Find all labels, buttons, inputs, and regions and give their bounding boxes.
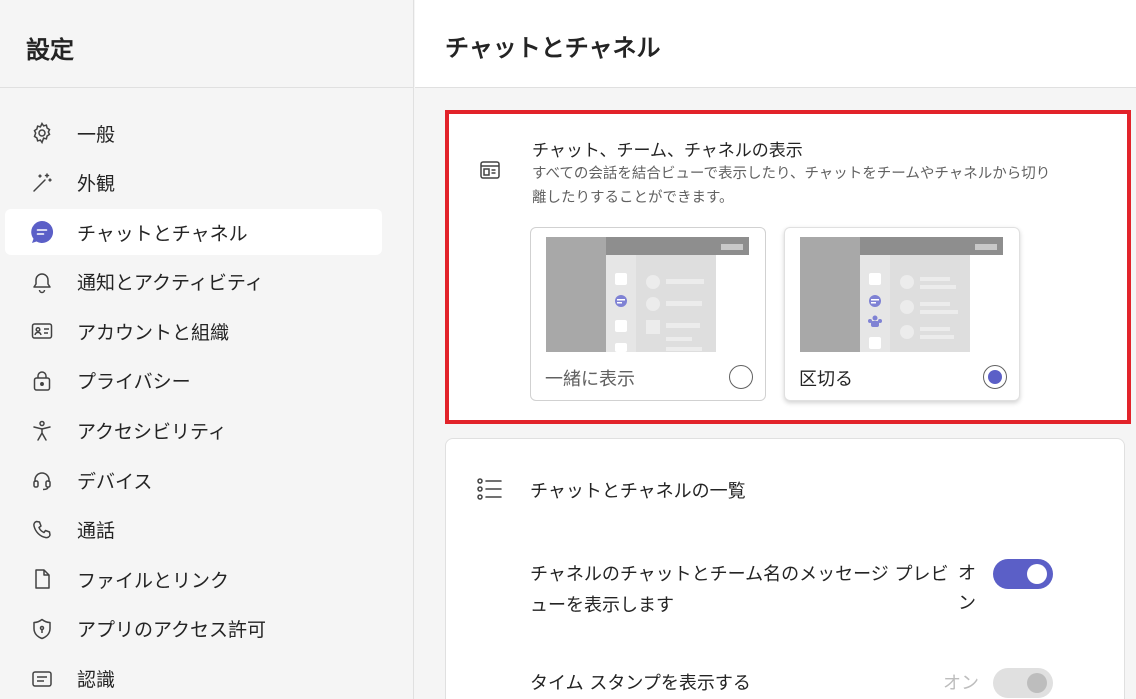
sidebar-header: 設定 — [0, 0, 413, 88]
layout-icon — [478, 158, 502, 182]
page-title: チャットとチャネル — [445, 34, 661, 62]
sidebar-item-label: アカウントと組織 — [77, 321, 230, 344]
sidebar-title: 設定 — [26, 36, 74, 64]
phone-icon — [29, 517, 55, 543]
settings-window: 設定 一般 外観 チャットとチャネル 通知とアクティビティ アカウントと組織 プ… — [0, 0, 1136, 699]
sidebar-item-label: ファイルとリンク — [77, 569, 230, 592]
accessibility-icon — [29, 418, 55, 444]
magic-wand-icon — [29, 170, 55, 196]
sidebar-item-notifications[interactable]: 通知とアクティビティ — [5, 259, 382, 305]
sidebar-item-calls[interactable]: 通話 — [5, 507, 382, 553]
toggle-state-label: オン — [958, 563, 976, 614]
sidebar-item-privacy[interactable]: プライバシー — [5, 358, 382, 404]
sidebar-item-label: 通話 — [77, 520, 116, 543]
sidebar-item-general[interactable]: 一般 — [5, 110, 382, 156]
option-separate-view[interactable]: 区切る — [784, 227, 1020, 401]
setting-label: タイム スタンプを表示する — [530, 673, 751, 694]
sidebar-item-label: 通知とアクティビティ — [77, 272, 264, 295]
list-icon — [477, 477, 503, 501]
separate-view-preview — [800, 237, 1003, 352]
chat-icon — [29, 219, 55, 245]
settings-nav: 一般 外観 チャットとチャネル 通知とアクティビティ アカウントと組織 プライバ… — [5, 110, 382, 699]
sidebar-item-label: 外観 — [77, 173, 116, 196]
sidebar-item-devices[interactable]: デバイス — [5, 457, 382, 503]
option-combined-view[interactable]: 一緒に表示 — [530, 227, 766, 401]
sidebar-item-label: チャットとチャネル — [77, 222, 248, 245]
text-box-icon — [29, 666, 55, 692]
separate-view-radio[interactable] — [983, 365, 1007, 389]
settings-main-pane: チャットとチャネル チャット、チーム、チャネルの表示 すべての会話を結合ビューで… — [415, 0, 1136, 699]
option-label: 一緒に表示 — [545, 369, 635, 390]
message-preview-toggle[interactable] — [993, 559, 1053, 589]
contact-card-icon — [29, 318, 55, 344]
sidebar-item-label: プライバシー — [77, 371, 191, 394]
sidebar-item-accounts[interactable]: アカウントと組織 — [5, 308, 382, 354]
bell-icon — [29, 269, 55, 295]
shield-icon — [29, 616, 55, 642]
sidebar-item-label: 認識 — [77, 669, 116, 692]
sidebar-item-chat-and-channels[interactable]: チャットとチャネル — [5, 209, 382, 256]
sidebar-item-label: デバイス — [77, 470, 153, 493]
chat-channel-list-title: チャットとチャネルの一覧 — [530, 481, 746, 502]
setting-row-message-preview: チャネルのチャットとチーム名のメッセージ プレビューを表示します オン — [530, 559, 1110, 623]
lock-icon — [29, 368, 55, 394]
sidebar-item-appearance[interactable]: 外観 — [5, 160, 382, 206]
main-header: チャットとチャネル — [415, 0, 1136, 88]
chat-channel-list-card: チャットとチャネルの一覧 チャネルのチャットとチーム名のメッセージ プレビューを… — [445, 438, 1125, 699]
gear-icon — [29, 120, 55, 146]
sidebar-item-app-permissions[interactable]: アプリのアクセス許可 — [5, 606, 382, 652]
document-icon — [29, 566, 55, 592]
display-options-card: チャット、チーム、チャネルの表示 すべての会話を結合ビューで表示したり、チャット… — [445, 110, 1131, 424]
sidebar-item-label: アクセシビリティ — [77, 421, 227, 444]
sidebar-item-accessibility[interactable]: アクセシビリティ — [5, 408, 382, 454]
timestamp-toggle[interactable] — [993, 668, 1053, 698]
sidebar-item-label: アプリのアクセス許可 — [77, 619, 267, 642]
headset-icon — [29, 467, 55, 493]
display-options-title: チャット、チーム、チャネルの表示 — [532, 141, 803, 161]
setting-label: チャネルのチャットとチーム名のメッセージ プレビューを表示します — [530, 564, 949, 616]
setting-row-timestamp: タイム スタンプを表示する オン — [530, 668, 1110, 699]
display-options-description: すべての会話を結合ビューで表示したり、チャットをチームやチャネルから切り離したり… — [532, 166, 1051, 206]
settings-sidebar: 設定 一般 外観 チャットとチャネル 通知とアクティビティ アカウントと組織 プ… — [0, 0, 414, 699]
sidebar-item-label: 一般 — [77, 123, 116, 146]
option-label: 区切る — [799, 369, 853, 390]
toggle-state-label: オン — [943, 673, 979, 694]
combined-view-radio[interactable] — [729, 365, 753, 389]
combined-view-preview — [546, 237, 749, 352]
sidebar-item-files-and-links[interactable]: ファイルとリンク — [5, 556, 382, 602]
sidebar-item-recognition[interactable]: 認識 — [5, 656, 382, 699]
